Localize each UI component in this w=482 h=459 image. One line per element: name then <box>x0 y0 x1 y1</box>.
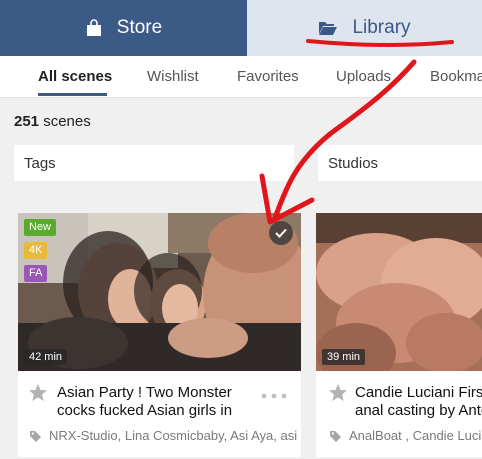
scene-title-line2: anal casting by Anto <box>355 402 482 419</box>
star-icon[interactable] <box>328 383 348 402</box>
badge-new: New <box>24 219 57 236</box>
library-subnav: All scenes Wishlist Favorites Uploads Bo… <box>0 56 482 98</box>
tab-library[interactable]: Library <box>247 0 482 56</box>
scene-tags: NRX-Studio, Lina Cosmicbaby, Asi Aya, as… <box>30 428 298 443</box>
tags-filter[interactable]: Tags <box>14 145 294 181</box>
subnav-bookmarks[interactable]: Bookma <box>430 68 482 85</box>
scene-tags-text: NRX-Studio, Lina Cosmicbaby, Asi Aya, as… <box>49 428 298 443</box>
subnav-uploads[interactable]: Uploads <box>336 68 391 85</box>
shopping-bag-icon <box>86 19 101 36</box>
tab-library-label: Library <box>352 17 411 38</box>
owned-check-icon[interactable] <box>269 221 293 245</box>
tab-store[interactable]: Store <box>0 0 247 56</box>
tag-icon <box>330 431 341 442</box>
scene-card[interactable]: New 4K FA 42 min Asian Party ! Two Monst… <box>18 213 301 457</box>
scene-tags: AnalBoat , Candie Lucia <box>330 428 482 443</box>
folder-open-icon <box>319 22 338 35</box>
duration-badge: 39 min <box>322 349 366 365</box>
studios-filter-label: Studios <box>328 154 379 172</box>
star-icon[interactable] <box>28 383 48 402</box>
duration-badge: 42 min <box>24 349 68 365</box>
scene-thumbnail[interactable]: New 4K FA 42 min <box>18 213 301 371</box>
scene-title[interactable]: Asian Party ! Two Monster cocks fucked A… <box>57 384 247 420</box>
scene-thumbnail[interactable]: 39 min <box>316 213 482 371</box>
scene-title[interactable]: Candie Luciani First anal casting by Ant… <box>355 384 482 420</box>
scene-card[interactable]: 39 min Candie Luciani First anal casting… <box>316 213 482 457</box>
scene-title-line1: Candie Luciani First <box>355 384 482 401</box>
scene-count-label: scenes <box>43 113 91 130</box>
more-options-icon[interactable] <box>261 393 287 399</box>
scene-title-line1: Asian Party ! Two Monster <box>57 384 232 401</box>
thumbnail-image <box>316 213 482 371</box>
scene-count: 251 scenes <box>14 113 91 130</box>
tags-filter-label: Tags <box>24 154 56 172</box>
badge-fa: FA <box>24 265 48 282</box>
scene-title-line2: cocks fucked Asian girls in <box>57 402 233 419</box>
scene-count-number: 251 <box>14 113 40 130</box>
subnav-favorites[interactable]: Favorites <box>237 68 299 85</box>
top-tabs: Store Library <box>0 0 482 56</box>
studios-filter[interactable]: Studios <box>318 145 482 181</box>
badge-4k: 4K <box>24 242 48 259</box>
scene-tags-text: AnalBoat , Candie Lucia <box>349 428 482 443</box>
tag-icon <box>30 431 41 442</box>
subnav-wishlist[interactable]: Wishlist <box>147 68 199 85</box>
subnav-all-scenes[interactable]: All scenes <box>38 68 112 85</box>
thumbnail-image <box>18 213 301 371</box>
active-tab-underline <box>38 93 107 96</box>
tab-store-label: Store <box>116 17 163 38</box>
